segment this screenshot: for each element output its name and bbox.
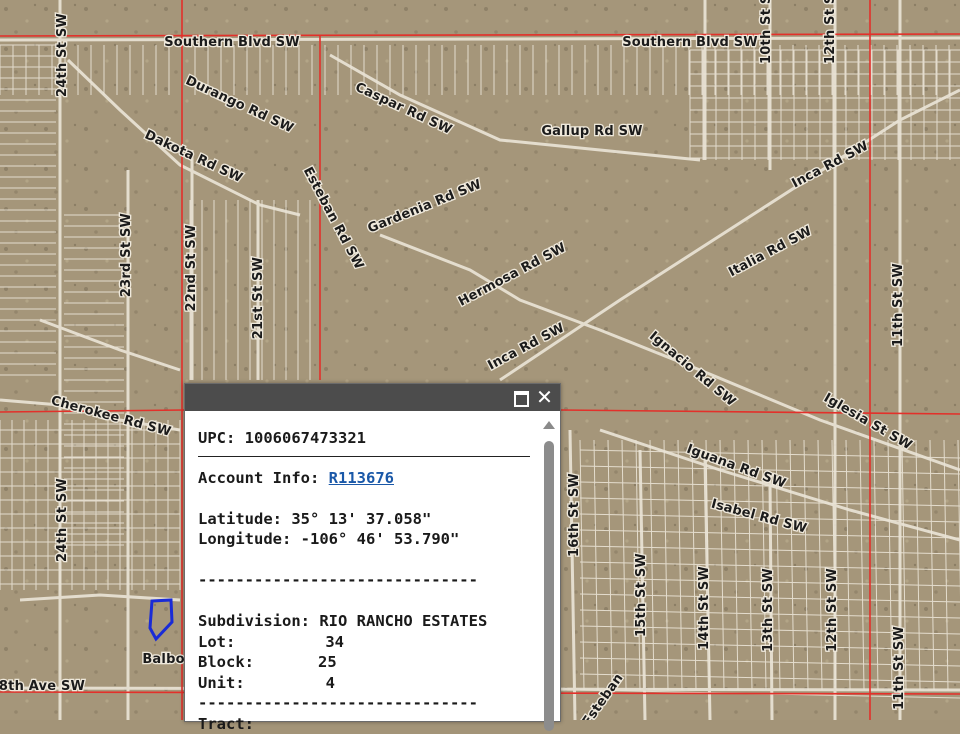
street-label: Southern Blvd SW [164, 35, 300, 50]
unit-value: 4 [326, 674, 335, 692]
longitude-label: Longitude: [198, 530, 291, 548]
dashed-divider-2: ------------------------------ [198, 693, 528, 714]
popup-scrollbar[interactable] [542, 421, 556, 721]
street-label: 11th St SW [892, 626, 907, 710]
dashed-divider: ------------------------------ [198, 570, 528, 591]
street-label: 24th St SW [55, 13, 70, 97]
street-label: 16th St SW [567, 473, 582, 557]
longitude-value: -106° 46' 53.790" [301, 530, 460, 548]
street-label: 22nd St SW [184, 225, 199, 312]
scroll-up-arrow-icon[interactable] [543, 421, 555, 429]
scroll-thumb[interactable] [544, 441, 554, 731]
street-label: 10th St SW [759, 0, 774, 64]
upc-value: 1006067473321 [245, 429, 366, 447]
street-label: 21st St SW [251, 257, 266, 339]
block-value: 25 [318, 653, 337, 671]
maximize-icon[interactable] [511, 388, 530, 407]
street-label: 8th Ave SW [0, 679, 85, 694]
latitude-value: 35° 13' 37.058" [291, 510, 431, 528]
block-label: Block: [198, 653, 254, 671]
tract-label: Tract: [198, 714, 528, 734]
parcel-info-popup: ✕ UPC: 1006067473321 Account Info: R1136… [184, 383, 561, 722]
lot-label: Lot: [198, 633, 235, 651]
divider-line [198, 456, 530, 457]
subdivision-value: RIO RANCHO ESTATES [319, 612, 487, 630]
subdivision-label: Subdivision: [198, 612, 310, 630]
street-label: 13th St SW [761, 568, 776, 652]
popup-titlebar: ✕ [185, 384, 560, 411]
popup-content: UPC: 1006067473321 Account Info: R113676… [198, 428, 528, 734]
street-label: Gallup Rd SW [541, 124, 642, 139]
street-label: Southern Blvd SW [622, 35, 758, 50]
street-label: 11th St SW [891, 263, 906, 347]
account-label: Account Info: [198, 469, 319, 487]
street-label: 24th St SW [55, 478, 70, 562]
street-label: 15th St SW [634, 553, 649, 637]
lot-value: 34 [325, 633, 344, 651]
upc-label: UPC: [198, 429, 235, 447]
street-label: 23rd St SW [119, 213, 134, 297]
account-link[interactable]: R113676 [329, 469, 394, 487]
unit-label: Unit: [198, 674, 245, 692]
latitude-label: Latitude: [198, 510, 282, 528]
street-label: 12th St SW [825, 568, 840, 652]
close-icon[interactable]: ✕ [535, 388, 554, 407]
street-label: 14th St SW [697, 566, 712, 650]
street-label: 12th St SW [823, 0, 838, 64]
